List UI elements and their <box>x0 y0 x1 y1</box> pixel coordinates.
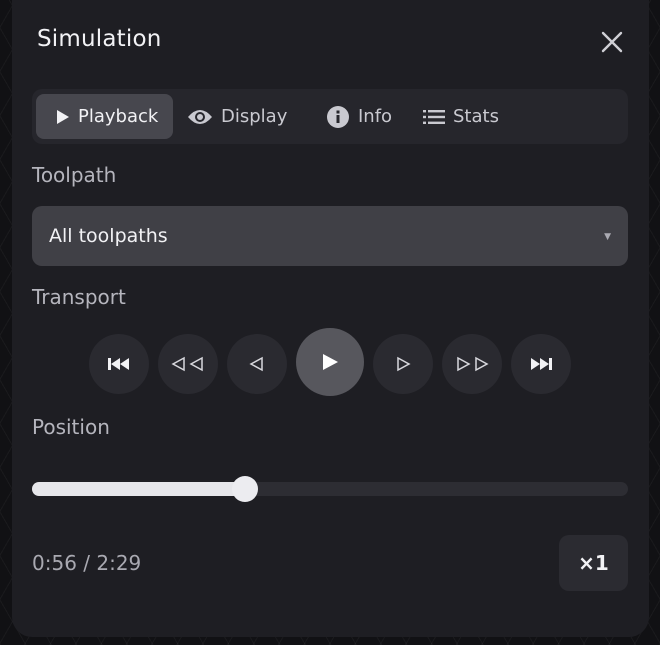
tab-stats[interactable]: Stats <box>412 94 512 139</box>
close-button[interactable] <box>598 28 626 56</box>
list-icon <box>423 109 445 125</box>
step-forward-button[interactable] <box>373 334 433 394</box>
tab-playback[interactable]: Playback <box>36 94 173 139</box>
tab-label: Playback <box>78 106 159 127</box>
skip-to-start-icon <box>108 358 129 370</box>
tab-label: Display <box>221 106 288 127</box>
tab-display[interactable]: Display <box>182 94 294 139</box>
toolpath-label: Toolpath <box>32 163 117 187</box>
play-button[interactable] <box>296 328 364 396</box>
tab-info[interactable]: Info <box>312 94 402 139</box>
tab-bar: Playback Display Info Stats <box>32 89 628 144</box>
panel-title: Simulation <box>37 26 162 52</box>
position-label: Position <box>32 415 110 439</box>
eye-icon <box>187 108 213 126</box>
slider-thumb[interactable] <box>232 476 259 502</box>
tab-label: Info <box>358 106 393 127</box>
fast-forward-icon <box>457 356 489 372</box>
time-readout: 0:56 / 2:29 <box>32 551 142 575</box>
toolpath-selected-value: All toolpaths <box>49 225 168 247</box>
fast-rewind-icon <box>171 356 203 372</box>
toolpath-select[interactable]: All toolpaths ▼ <box>32 206 628 266</box>
step-back-icon <box>249 356 263 372</box>
chevron-down-icon: ▼ <box>604 232 611 242</box>
fast-forward-button[interactable] <box>442 334 502 394</box>
transport-label: Transport <box>32 285 126 309</box>
simulation-panel: Simulation Playback Display Info Stats T… <box>12 0 649 637</box>
fast-rewind-button[interactable] <box>158 334 218 394</box>
step-back-button[interactable] <box>227 334 287 394</box>
skip-to-start-button[interactable] <box>89 334 149 394</box>
position-slider[interactable] <box>32 476 628 502</box>
step-forward-icon <box>397 356 411 372</box>
close-icon <box>601 31 623 53</box>
info-icon <box>326 105 350 129</box>
skip-to-end-icon <box>531 358 552 370</box>
slider-fill <box>32 482 246 496</box>
tab-label: Stats <box>453 106 499 127</box>
play-icon <box>56 109 70 125</box>
speed-button[interactable]: ×1 <box>559 535 628 591</box>
skip-to-end-button[interactable] <box>511 334 571 394</box>
play-icon <box>323 354 338 370</box>
